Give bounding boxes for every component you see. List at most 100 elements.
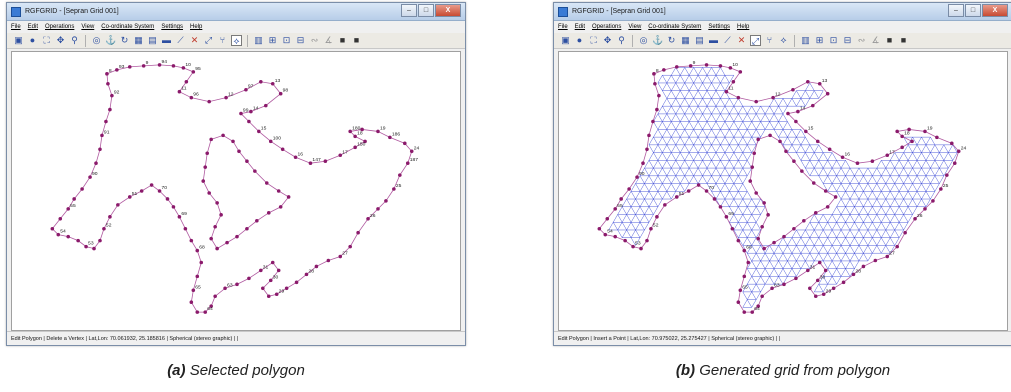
polygon-vertex[interactable] bbox=[207, 99, 211, 104]
polygon-vertex[interactable] bbox=[825, 91, 830, 96]
polygon-vertex[interactable] bbox=[183, 226, 188, 231]
polygon-vertex[interactable] bbox=[323, 159, 328, 164]
polygon-vertex[interactable] bbox=[286, 195, 291, 199]
polygon-vertex[interactable] bbox=[199, 260, 204, 265]
polygon-vertex[interactable] bbox=[402, 141, 407, 146]
polygon-vertex[interactable] bbox=[384, 199, 388, 203]
print-icon[interactable]: ▣ bbox=[560, 35, 571, 46]
polygon-vertex[interactable] bbox=[855, 161, 860, 165]
polygon-vertex[interactable] bbox=[802, 218, 806, 223]
polygon-vertex[interactable] bbox=[952, 161, 957, 165]
polygon-vertex[interactable] bbox=[98, 147, 102, 152]
polygon-vertex[interactable] bbox=[712, 197, 717, 201]
polygon-outline[interactable] bbox=[51, 64, 413, 313]
polygon-vertex[interactable] bbox=[326, 258, 331, 263]
frame-icon[interactable]: ⊡ bbox=[281, 35, 292, 46]
polygon-vertex[interactable] bbox=[945, 173, 949, 177]
polygon-vertex[interactable] bbox=[221, 133, 225, 138]
polygon-vertex[interactable] bbox=[314, 264, 319, 269]
map-canvas[interactable]: 8 9 10 11 12 13 14 15 16 17 18 19 24 25 26 27 28 29 30 31 63… bbox=[558, 51, 1008, 331]
polygon-vertex[interactable] bbox=[235, 234, 239, 239]
polygon-vertex[interactable] bbox=[786, 111, 790, 116]
polygon-vertex[interactable] bbox=[127, 65, 132, 69]
polygon-vertex[interactable] bbox=[266, 211, 271, 215]
polygon-vertex[interactable] bbox=[736, 300, 741, 304]
polygon-vertex[interactable] bbox=[923, 207, 927, 211]
polygon-vertex[interactable] bbox=[106, 81, 110, 86]
maximize-button[interactable]: □ bbox=[418, 4, 434, 17]
polygon-vertex[interactable] bbox=[760, 294, 764, 299]
polygon-vertex[interactable] bbox=[772, 240, 776, 245]
polygon-vertex[interactable] bbox=[823, 268, 828, 273]
polygon-vertex[interactable] bbox=[949, 141, 954, 146]
polygon-vertex[interactable] bbox=[903, 230, 907, 235]
polygon-vertex[interactable] bbox=[674, 65, 679, 69]
polygon-vertex[interactable] bbox=[195, 310, 200, 314]
polygon-vertex[interactable] bbox=[201, 179, 206, 183]
polygon-vertex[interactable] bbox=[895, 244, 899, 249]
polygon-vertex[interactable] bbox=[108, 215, 112, 219]
polygon-vertex[interactable] bbox=[730, 226, 735, 231]
polygon-vertex[interactable] bbox=[597, 226, 602, 231]
polygon-vertex[interactable] bbox=[655, 215, 659, 219]
zoom-extent-icon[interactable]: ⛶ bbox=[41, 35, 52, 46]
polygon-vertex[interactable] bbox=[895, 129, 899, 134]
close-button[interactable]: X bbox=[435, 4, 461, 17]
polygon-vertex[interactable] bbox=[645, 238, 649, 243]
polygon-vertex[interactable] bbox=[213, 294, 217, 299]
polygon-vertex[interactable] bbox=[237, 149, 241, 154]
polygon-vertex[interactable] bbox=[742, 274, 747, 279]
polygon-vertex[interactable] bbox=[195, 274, 200, 279]
polygon-outline[interactable] bbox=[598, 64, 960, 313]
minimize-button[interactable]: – bbox=[948, 4, 964, 17]
circle-icon[interactable]: ◎ bbox=[638, 35, 649, 46]
polygon-vertex[interactable] bbox=[225, 240, 229, 245]
polygon-vertex[interactable] bbox=[806, 79, 810, 84]
polygon-vertex[interactable] bbox=[104, 119, 108, 124]
globe-icon[interactable]: ● bbox=[574, 35, 585, 46]
menu-view[interactable]: View bbox=[81, 21, 94, 33]
polygon-vertex[interactable] bbox=[619, 197, 623, 201]
polygon-vertex[interactable] bbox=[94, 161, 98, 165]
polygon-vertex[interactable] bbox=[696, 183, 701, 187]
polygon-vertex[interactable] bbox=[811, 181, 816, 185]
polygon-vertex[interactable] bbox=[931, 199, 935, 203]
spline-icon[interactable]: ⟋ bbox=[175, 35, 186, 46]
polygon-vertex[interactable] bbox=[762, 201, 766, 205]
zoom-extent-icon[interactable]: ⛶ bbox=[588, 35, 599, 46]
polygon-vertex[interactable] bbox=[686, 189, 691, 193]
polygon-icon[interactable]: ⟡ bbox=[778, 35, 789, 46]
polygon-vertex[interactable] bbox=[245, 159, 249, 164]
polygon-vertex[interactable] bbox=[813, 294, 818, 299]
square2-icon[interactable]: ■ bbox=[898, 35, 909, 46]
box-icon[interactable]: ⊟ bbox=[295, 35, 306, 46]
polygon-vertex[interactable] bbox=[255, 218, 259, 223]
polygon-vertex[interactable] bbox=[116, 203, 120, 207]
polygon-vertex[interactable] bbox=[792, 159, 796, 164]
menu-coordinate-system[interactable]: Co-ordinate System bbox=[648, 21, 701, 33]
menu-file[interactable]: File bbox=[11, 21, 21, 33]
polygon-vertex[interactable] bbox=[280, 147, 285, 152]
anchor-icon[interactable]: ⚓ bbox=[652, 35, 663, 46]
polygon-vertex[interactable] bbox=[810, 103, 815, 108]
polygon-vertex[interactable] bbox=[752, 151, 756, 156]
grid-plot[interactable]: 8 9 10 11 12 13 14 15 16 17 18 19 24 25 26 27 28 29 30 31 63… bbox=[559, 52, 1007, 330]
polygon-vertex[interactable] bbox=[704, 63, 709, 67]
polygon-vertex[interactable] bbox=[205, 151, 209, 156]
curve-icon[interactable]: ∾ bbox=[856, 35, 867, 46]
pan-icon[interactable]: ✥ bbox=[602, 35, 613, 46]
polygon-vertex[interactable] bbox=[754, 191, 758, 195]
split-icon[interactable]: ⑂ bbox=[764, 35, 775, 46]
frame-icon[interactable]: ⊡ bbox=[828, 35, 839, 46]
menu-coordinate-system[interactable]: Co-ordinate System bbox=[101, 21, 154, 33]
polygon-vertex[interactable] bbox=[756, 137, 760, 142]
export-icon[interactable]: ⊞ bbox=[814, 35, 825, 46]
table-icon[interactable]: ▥ bbox=[253, 35, 264, 46]
polygon-vertex[interactable] bbox=[189, 300, 194, 304]
zoom-icon[interactable]: ⚲ bbox=[69, 35, 80, 46]
minimize-button[interactable]: – bbox=[401, 4, 417, 17]
polygon-vertex[interactable] bbox=[72, 197, 76, 201]
polygon-vertex[interactable] bbox=[66, 234, 70, 239]
polygon-vertex[interactable] bbox=[259, 79, 263, 84]
curve-icon[interactable]: ∾ bbox=[309, 35, 320, 46]
